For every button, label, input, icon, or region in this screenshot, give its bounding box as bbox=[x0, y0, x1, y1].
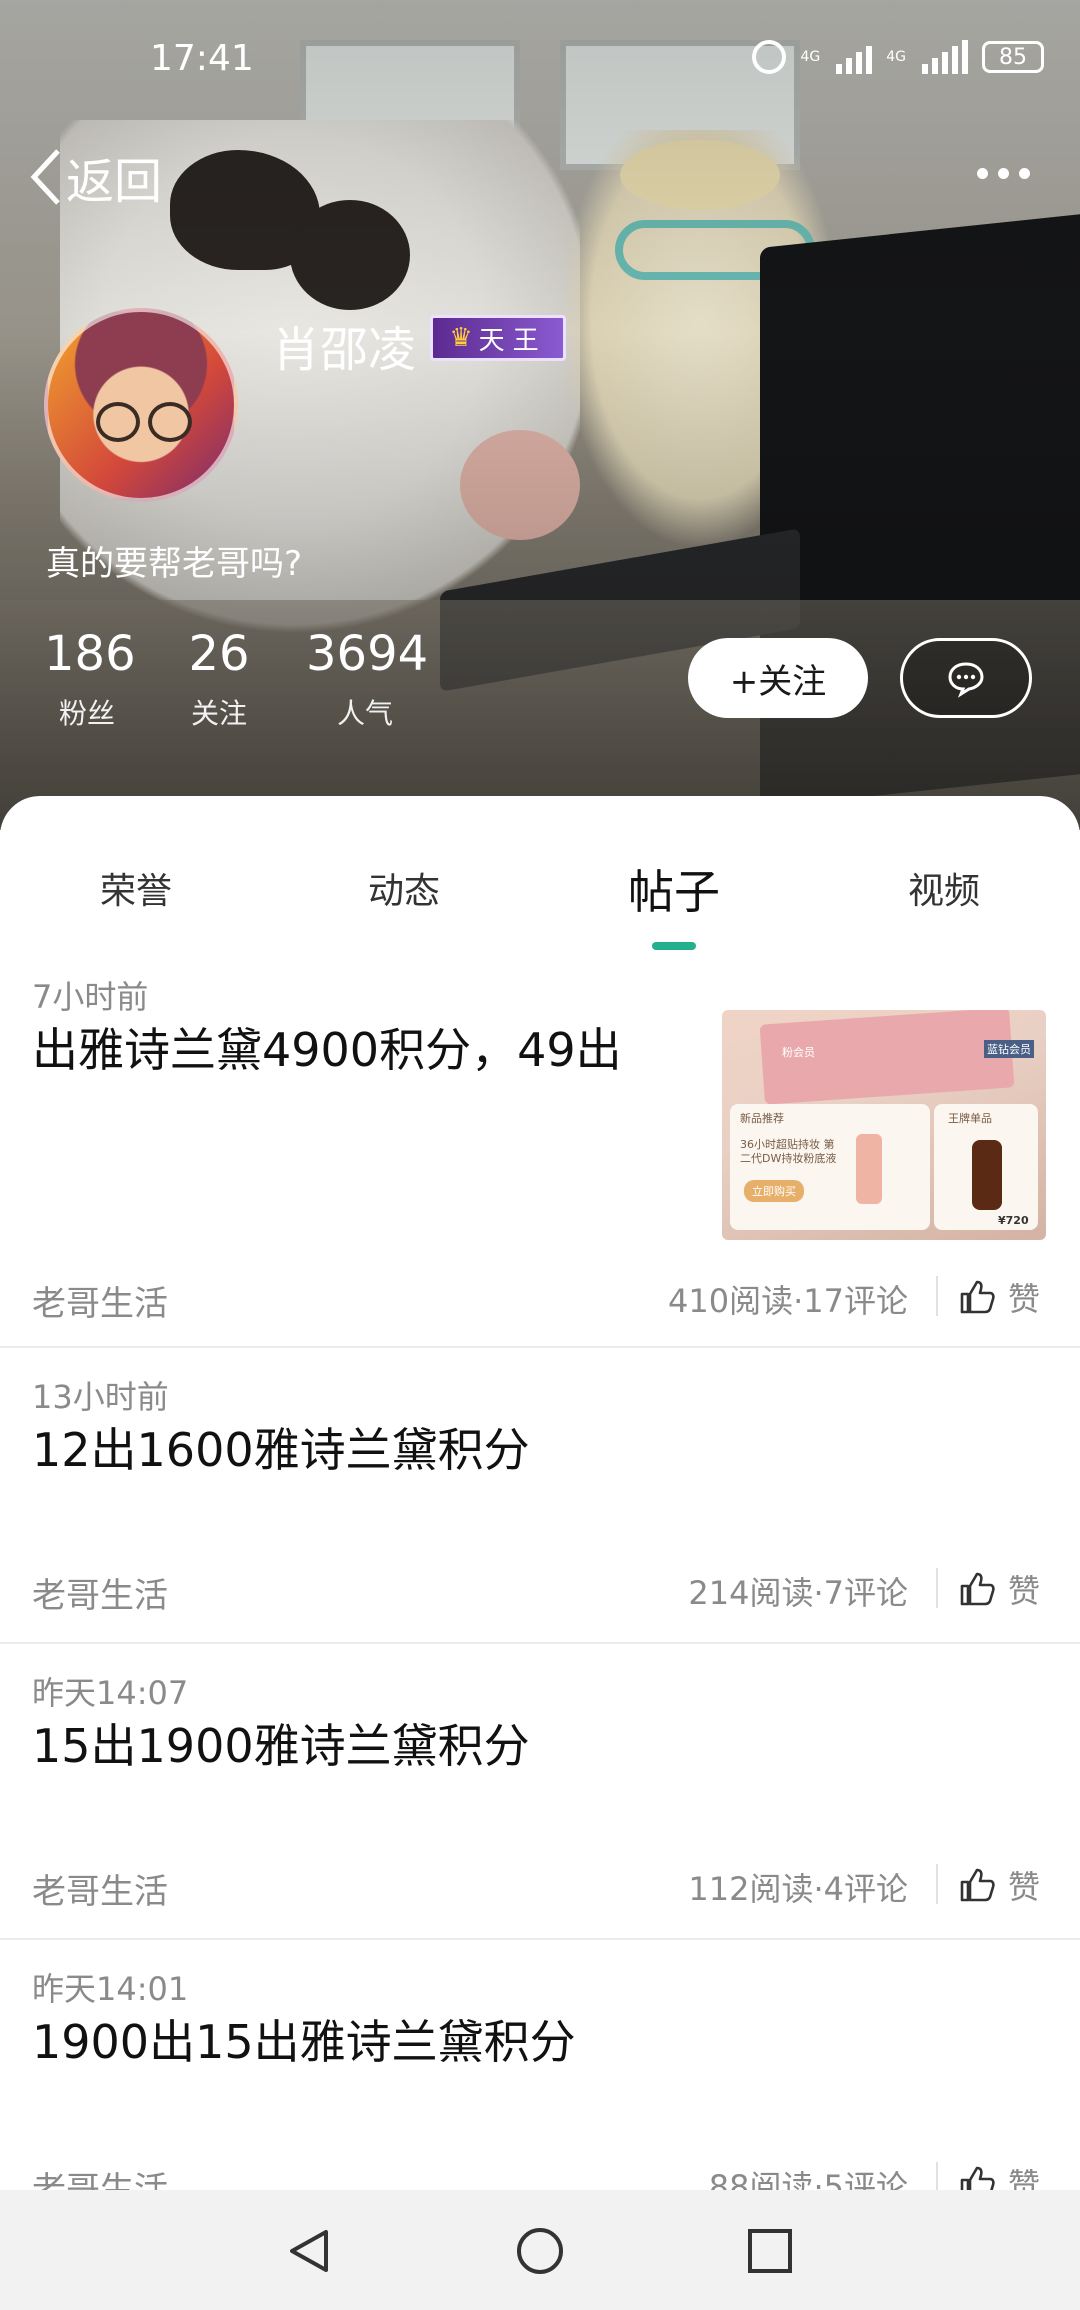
stat-fans[interactable]: 186 粉丝 bbox=[44, 626, 136, 732]
like-label: 赞 bbox=[1008, 1280, 1041, 1318]
badge-label: 天王 bbox=[478, 325, 547, 356]
username: 肖邵凌 bbox=[272, 322, 417, 378]
back-button[interactable]: 返回 bbox=[28, 142, 162, 212]
post-item[interactable]: 昨天14:07 15出1900雅诗兰黛积分 老哥生活 112阅读·4评论 赞 bbox=[0, 1668, 1080, 1964]
tab-activity[interactable]: 动态 bbox=[314, 862, 494, 914]
post-meta: 88阅读·5评论 bbox=[708, 2168, 908, 2190]
post-item[interactable]: 昨天14:01 1900出15出雅诗兰黛积分 老哥生活 88阅读·5评论 赞 bbox=[0, 1964, 1080, 2190]
status-time: 17:41 bbox=[150, 38, 254, 79]
thumb-price: ¥720 bbox=[998, 1214, 1029, 1227]
thumb-tag: 王牌单品 bbox=[948, 1112, 992, 1125]
post-meta: 112阅读·4评论 bbox=[688, 1870, 908, 1908]
level-badge: ♛ 天王 bbox=[430, 315, 566, 361]
thumb-tag: 新品推荐 bbox=[740, 1112, 784, 1125]
like-label: 赞 bbox=[1008, 2166, 1041, 2190]
foundation-bottle bbox=[856, 1134, 882, 1204]
thumb-up-icon bbox=[960, 1868, 995, 1902]
nav-recent-icon[interactable] bbox=[745, 2226, 795, 2276]
stat-value: 26 bbox=[188, 626, 250, 682]
post-title: 15出1900雅诗兰黛积分 bbox=[32, 1719, 530, 1773]
chat-icon bbox=[948, 662, 984, 698]
like-button[interactable]: 赞 bbox=[958, 1862, 1040, 1908]
post-title: 出雅诗兰黛4900积分，49出 bbox=[32, 1023, 622, 1077]
like-button[interactable]: 赞 bbox=[958, 2160, 1040, 2190]
signal-icon bbox=[836, 40, 873, 74]
battery-level: 85 bbox=[999, 44, 1027, 70]
thumb-up-icon bbox=[960, 1280, 995, 1314]
tab-bar: 荣誉 动态 帖子 视频 bbox=[0, 862, 1080, 952]
bio: 真的要帮老哥吗? bbox=[46, 544, 303, 584]
stat-value: 186 bbox=[44, 626, 136, 682]
post-time: 7小时前 bbox=[32, 978, 149, 1016]
thumb-tag: 蓝钻会员 bbox=[984, 1040, 1034, 1058]
like-button[interactable]: 赞 bbox=[958, 1274, 1040, 1320]
alarm-icon bbox=[752, 40, 787, 74]
like-label: 赞 bbox=[1008, 1868, 1041, 1906]
tab-honor[interactable]: 荣誉 bbox=[46, 862, 226, 914]
nav-home-icon[interactable] bbox=[515, 2226, 565, 2276]
thumb-desc: 36小时超贴持妆 第二代DW持妆粉底液 bbox=[740, 1138, 837, 1165]
post-item[interactable]: 13小时前 12出1600雅诗兰黛积分 老哥生活 214阅读·7评论 赞 bbox=[0, 1372, 1080, 1668]
thumb-tag: 粉会员 bbox=[782, 1046, 815, 1059]
post-meta: 410阅读·17评论 bbox=[668, 1282, 908, 1320]
tab-indicator bbox=[652, 942, 696, 950]
post-time: 昨天14:07 bbox=[32, 1674, 189, 1712]
back-chevron-icon bbox=[30, 149, 60, 205]
back-label: 返回 bbox=[66, 154, 163, 210]
signal-icon bbox=[922, 40, 968, 74]
post-title: 1900出15出雅诗兰黛积分 bbox=[32, 2015, 576, 2069]
post-time: 13小时前 bbox=[32, 1378, 169, 1416]
content-card: 荣誉 动态 帖子 视频 7小时前 出雅诗兰黛4900积分，49出 粉会员 蓝钻会… bbox=[0, 796, 1080, 2190]
post-title: 12出1600雅诗兰黛积分 bbox=[32, 1423, 530, 1477]
network-type-label: 4G bbox=[800, 49, 821, 65]
network-type-label: 4G bbox=[886, 49, 906, 65]
thumb-up-icon bbox=[960, 1572, 995, 1606]
thumb-up-icon bbox=[960, 2166, 995, 2190]
post-meta: 214阅读·7评论 bbox=[688, 1574, 908, 1612]
nav-back-icon[interactable] bbox=[284, 2226, 334, 2276]
follow-button[interactable]: +关注 bbox=[688, 638, 868, 718]
battery-icon: 85 bbox=[982, 41, 1044, 73]
stat-label: 关注 bbox=[190, 697, 247, 730]
post-item[interactable]: 7小时前 出雅诗兰黛4900积分，49出 粉会员 蓝钻会员 新品推荐 王牌单品 … bbox=[0, 972, 1080, 1348]
thumb-buy-button: 立即购买 bbox=[744, 1180, 804, 1202]
post-time: 昨天14:01 bbox=[32, 1970, 189, 2008]
stat-popularity: 3694 人气 bbox=[306, 626, 429, 732]
serum-bottle bbox=[972, 1140, 1002, 1210]
tab-video[interactable]: 视频 bbox=[854, 862, 1034, 914]
crown-icon: ♛ bbox=[449, 323, 473, 353]
post-category[interactable]: 老哥生活 bbox=[32, 1568, 168, 1617]
message-button[interactable] bbox=[900, 638, 1032, 718]
like-button[interactable]: 赞 bbox=[958, 1566, 1040, 1612]
more-icon[interactable] bbox=[977, 168, 1030, 179]
post-thumbnail: 粉会员 蓝钻会员 新品推荐 王牌单品 36小时超贴持妆 第二代DW持妆粉底液 立… bbox=[722, 1010, 1046, 1240]
post-category[interactable]: 老哥生活 bbox=[32, 1276, 168, 1325]
like-label: 赞 bbox=[1008, 1572, 1041, 1610]
stat-value: 3694 bbox=[306, 626, 429, 682]
status-icons: 4G 4G 85 bbox=[752, 40, 1044, 74]
avatar[interactable] bbox=[44, 308, 238, 502]
system-nav-bar bbox=[0, 2190, 1080, 2310]
tab-posts[interactable]: 帖子 bbox=[584, 856, 764, 922]
post-category[interactable]: 老哥生活 bbox=[32, 2162, 168, 2190]
post-category[interactable]: 老哥生活 bbox=[32, 1864, 168, 1913]
stat-label: 人气 bbox=[336, 697, 393, 730]
stat-following[interactable]: 26 关注 bbox=[184, 630, 254, 732]
stat-label: 粉丝 bbox=[58, 697, 115, 730]
